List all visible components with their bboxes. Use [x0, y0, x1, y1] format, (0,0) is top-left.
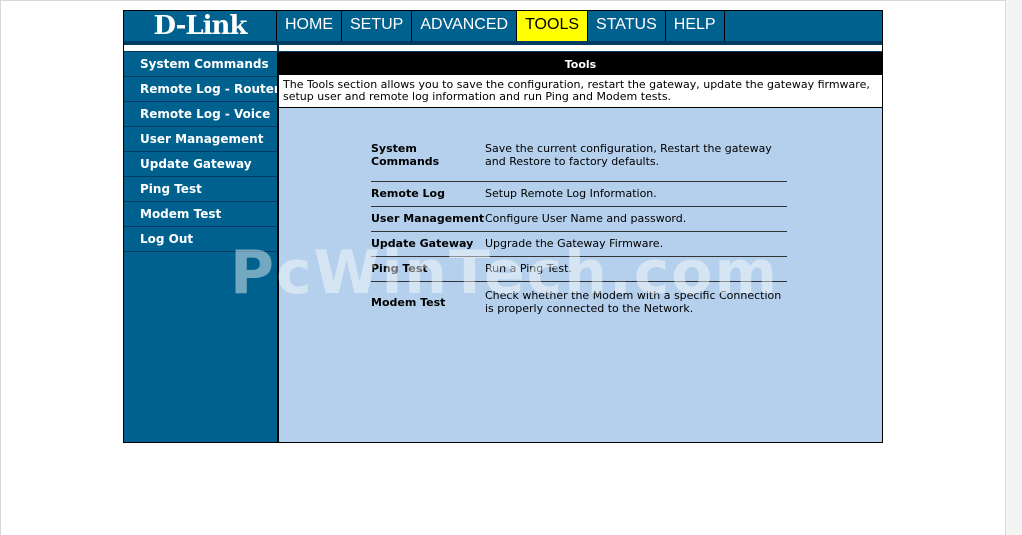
sidebar-item-modem-test[interactable]: Modem Test	[124, 202, 277, 227]
intro-text: The Tools section allows you to save the…	[279, 75, 882, 108]
tool-description: Setup Remote Log Information.	[485, 181, 787, 207]
table-row: User Management Configure User Name and …	[371, 206, 787, 232]
tool-name: User Management	[371, 206, 485, 232]
page-top-edge	[0, 0, 1022, 1]
sidebar-item-system-commands[interactable]: System Commands	[124, 52, 277, 77]
table-row: System Commands Save the current configu…	[371, 129, 787, 182]
tab-setup[interactable]: SETUP	[342, 11, 413, 41]
content-top-band	[279, 45, 882, 51]
tool-description: Check whether the Modem with a specific …	[485, 289, 782, 316]
sidebar-item-remote-log-voice[interactable]: Remote Log - Voice	[124, 102, 277, 127]
page-title: Tools	[279, 52, 882, 75]
tab-advanced[interactable]: ADVANCED	[412, 11, 518, 41]
tool-name: Remote Log	[371, 181, 485, 207]
table-row: Remote Log Setup Remote Log Information.	[371, 181, 787, 207]
tool-description: Upgrade the Gateway Firmware.	[485, 231, 787, 257]
main-content: Tools The Tools section allows you to sa…	[279, 52, 882, 442]
tool-name: Ping Test	[371, 256, 485, 282]
table-row: Update Gateway Upgrade the Gateway Firmw…	[371, 231, 787, 257]
tool-name: System Commands	[371, 129, 485, 182]
tool-description: Save the current configuration, Restart …	[485, 129, 787, 182]
header-bar: D-Link HOME SETUP ADVANCED TOOLS STATUS …	[124, 11, 882, 41]
tools-overview-table: System Commands Save the current configu…	[371, 129, 787, 323]
vertical-scrollbar[interactable]	[1005, 0, 1022, 535]
table-row: Ping Test Run a Ping Test.	[371, 256, 787, 282]
router-admin-frame: D-Link HOME SETUP ADVANCED TOOLS STATUS …	[123, 10, 883, 443]
tool-description: Configure User Name and password.	[485, 206, 787, 232]
top-navigation: HOME SETUP ADVANCED TOOLS STATUS HELP	[277, 11, 725, 41]
table-row: Modem Test Check whether the Modem with …	[371, 281, 787, 323]
sidebar-item-log-out[interactable]: Log Out	[124, 227, 277, 252]
tab-tools[interactable]: TOOLS	[517, 11, 589, 41]
sidebar-top-band	[124, 45, 277, 51]
tab-help[interactable]: HELP	[665, 11, 725, 41]
tool-name: Update Gateway	[371, 231, 485, 257]
tab-status[interactable]: STATUS	[588, 11, 666, 41]
dlink-logo: D-Link	[124, 11, 277, 41]
page-left-edge	[0, 0, 1, 535]
tool-description: Run a Ping Test.	[485, 256, 787, 282]
tab-home[interactable]: HOME	[277, 11, 342, 41]
sidebar-item-update-gateway[interactable]: Update Gateway	[124, 152, 277, 177]
sidebar-item-remote-log-router[interactable]: Remote Log - Router	[124, 77, 277, 102]
sidebar-menu: System Commands Remote Log - Router Remo…	[124, 52, 279, 442]
sidebar-item-user-management[interactable]: User Management	[124, 127, 277, 152]
sidebar-item-ping-test[interactable]: Ping Test	[124, 177, 277, 202]
tool-name: Modem Test	[371, 295, 446, 309]
